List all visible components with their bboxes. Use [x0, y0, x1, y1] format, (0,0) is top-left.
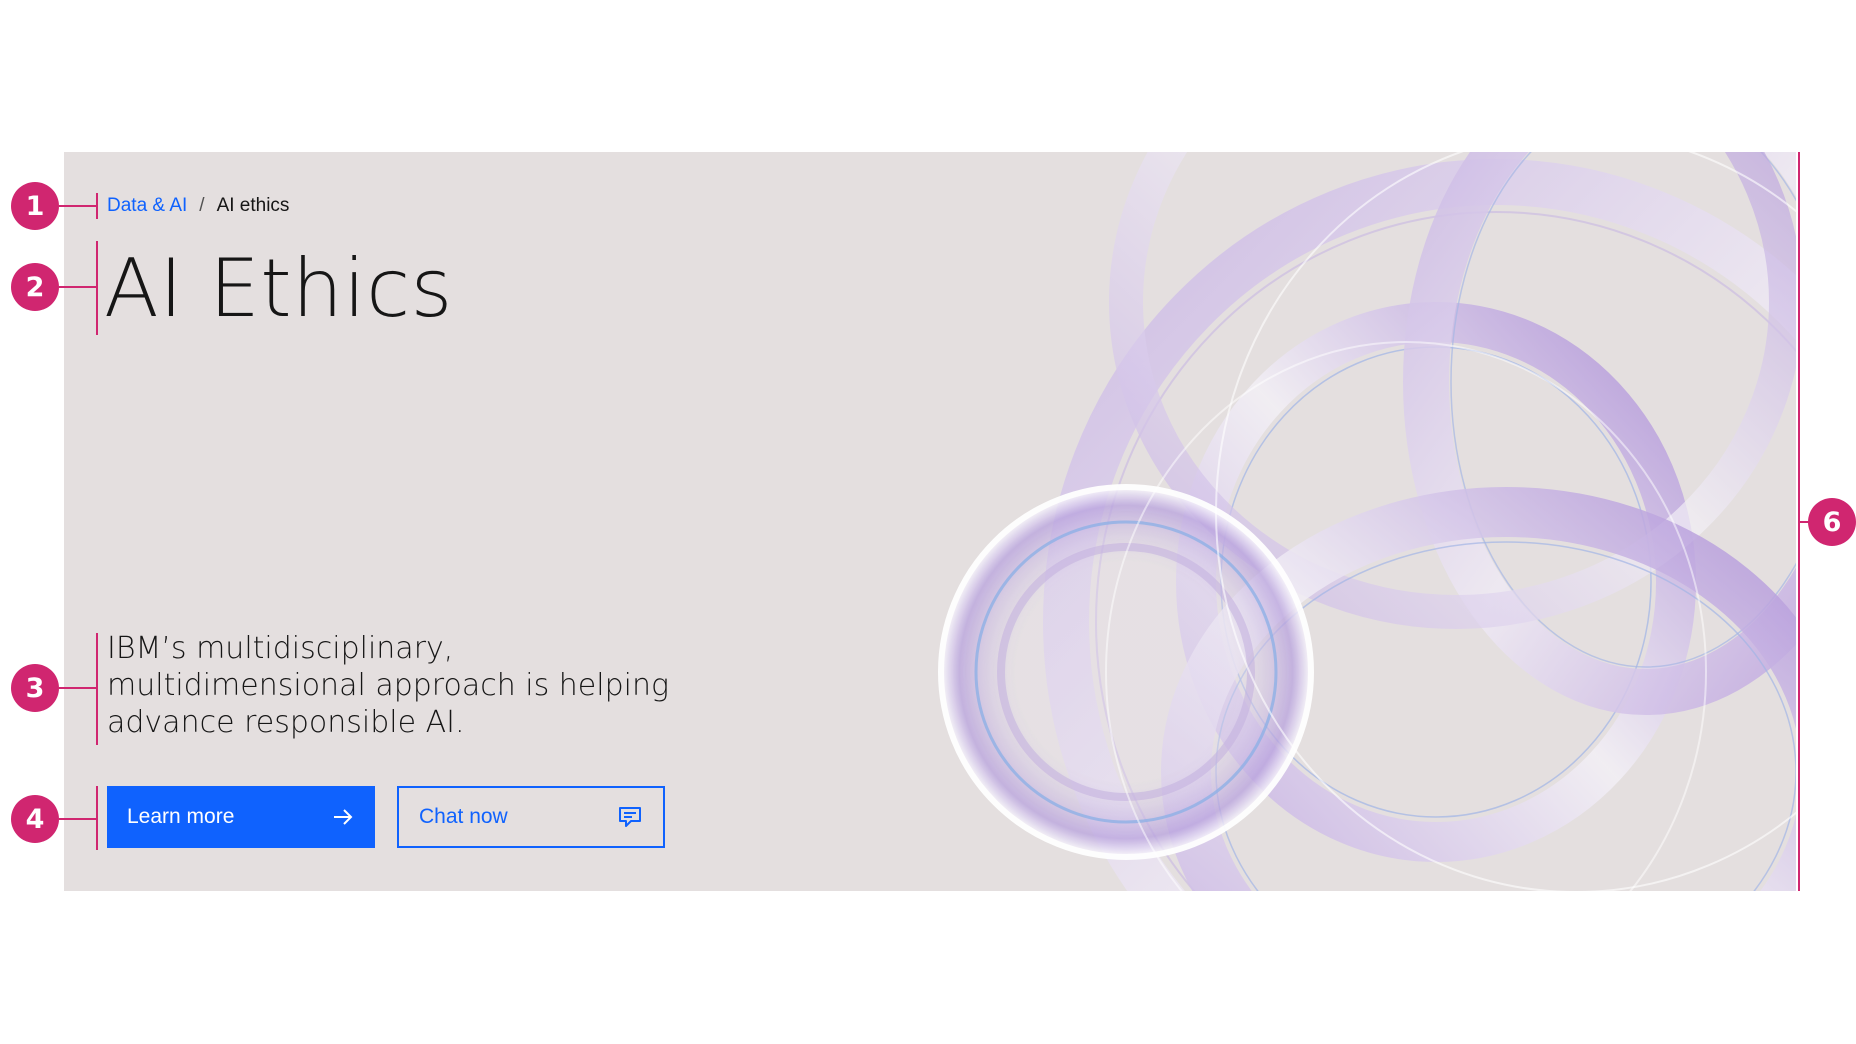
- annotation-bracket-2: [96, 241, 98, 335]
- annotation-marker-2: 2: [11, 263, 59, 311]
- annotation-marker-1: 1: [11, 182, 59, 230]
- learn-more-button[interactable]: Learn more: [107, 786, 375, 848]
- annotation-leader-2: [59, 286, 97, 288]
- learn-more-label: Learn more: [127, 805, 235, 828]
- page: Data & AI / AI ethics AI Ethics IBM’s mu…: [0, 0, 1856, 1044]
- breadcrumb: Data & AI / AI ethics: [107, 194, 289, 218]
- annotation-marker-3: 3: [11, 664, 59, 712]
- annotation-bracket-3: [96, 633, 98, 745]
- annotation-marker-4: 4: [11, 795, 59, 843]
- hero-description: IBM’s multidisciplinary, multidimensiona…: [107, 631, 669, 740]
- annotation-leader-3: [59, 687, 97, 689]
- annotation-bracket-4: [96, 786, 98, 850]
- breadcrumb-link-data-ai[interactable]: Data & AI: [107, 194, 187, 218]
- annotation-bracket-1: [96, 193, 98, 219]
- chat-now-button[interactable]: Chat now: [397, 786, 665, 848]
- chat-now-label: Chat now: [419, 805, 508, 828]
- arrow-right-icon: [334, 809, 353, 825]
- annotation-leader-1: [59, 205, 97, 207]
- page-title: AI Ethics: [104, 242, 453, 335]
- annotation-marker-6: 6: [1808, 498, 1856, 546]
- hero-abstract-rings-image: [938, 152, 1796, 891]
- chat-icon: [619, 807, 641, 827]
- breadcrumb-current: AI ethics: [216, 195, 290, 216]
- annotation-leader-4: [59, 818, 97, 820]
- breadcrumb-separator: /: [199, 195, 205, 216]
